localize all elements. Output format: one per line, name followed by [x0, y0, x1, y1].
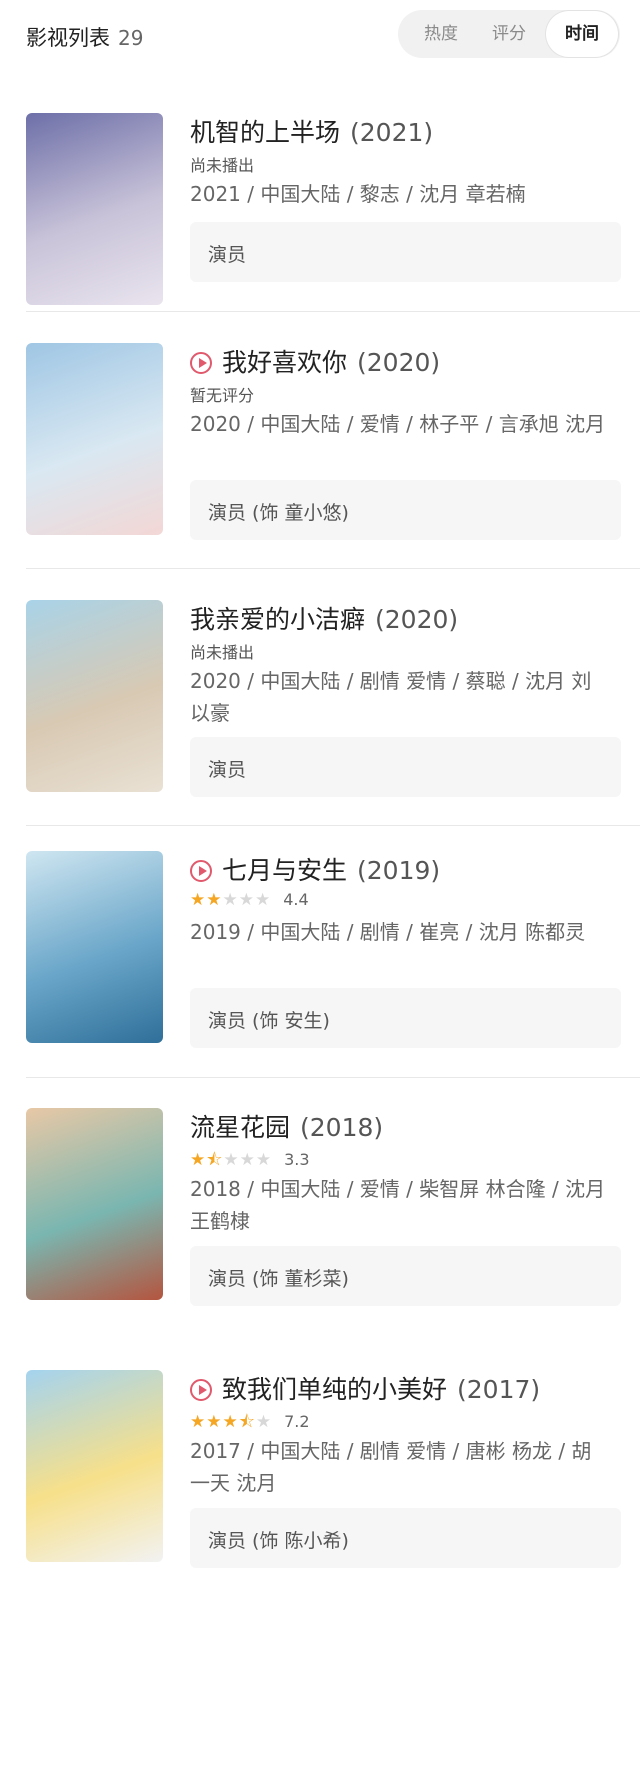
- item-meta: 2020 / 中国大陆 / 剧情 爱情 / 蔡聪 / 沈月 刘以豪: [190, 669, 592, 725]
- role-label: 演员 (饰 安生): [208, 1010, 330, 1032]
- item-title-line[interactable]: 致我们单纯的小美好 (2017): [190, 1370, 540, 1406]
- poster-image[interactable]: [26, 113, 163, 305]
- star-icon: ⯪: [238, 1412, 256, 1432]
- star-icon: ★: [239, 1150, 256, 1170]
- star-icon: ★: [255, 890, 272, 910]
- rating-stars: ★⯪★★★: [190, 1150, 272, 1170]
- item-title: 机智的上半场: [190, 118, 341, 147]
- star-icon: ⯪: [206, 1150, 224, 1170]
- item-status: 暂无评分: [190, 386, 255, 405]
- item-status: 尚未播出: [190, 156, 255, 175]
- sort-option-hot[interactable]: 热度: [406, 10, 476, 58]
- role-label: 演员: [208, 244, 247, 266]
- item-meta: 2019 / 中国大陆 / 剧情 / 崔亮 / 沈月 陈都灵: [190, 920, 586, 944]
- rating-stars: ★★★★★: [190, 890, 271, 910]
- item-year: (2017): [457, 1375, 541, 1404]
- star-icon: ★: [238, 890, 255, 910]
- role-box[interactable]: 演员 (饰 童小悠): [190, 480, 621, 540]
- page-title: 影视列表 29: [26, 22, 143, 52]
- item-title: 致我们单纯的小美好: [222, 1375, 448, 1404]
- item-title: 我亲爱的小洁癖: [190, 605, 366, 634]
- item-year: (2020): [357, 348, 441, 377]
- item-divider: [26, 1077, 640, 1078]
- item-count: 29: [118, 26, 144, 50]
- rating-value: 3.3: [284, 1150, 310, 1169]
- item-divider: [26, 568, 640, 569]
- item-status: 尚未播出: [190, 643, 255, 662]
- list-header: 影视列表 29 热度 评分 时间: [0, 0, 640, 70]
- item-title-line[interactable]: 机智的上半场 (2021): [190, 113, 433, 149]
- item-year: (2021): [350, 118, 434, 147]
- page-title-text: 影视列表: [26, 26, 110, 50]
- poster-image[interactable]: [26, 600, 163, 792]
- item-rating: ★★★★★ 4.4: [190, 890, 309, 910]
- rating-stars: ★★★⯪★: [190, 1412, 272, 1432]
- item-divider: [26, 311, 640, 312]
- play-icon[interactable]: [190, 860, 212, 882]
- rating-value: 7.2: [284, 1412, 310, 1431]
- star-icon: ★: [206, 890, 223, 910]
- sort-option-time[interactable]: 时间: [546, 11, 618, 57]
- role-box[interactable]: 演员: [190, 222, 621, 282]
- item-rating: ★⯪★★★ 3.3: [190, 1147, 310, 1176]
- star-icon: ★: [222, 890, 239, 910]
- role-box[interactable]: 演员 (饰 董杉菜): [190, 1246, 621, 1306]
- role-label: 演员: [208, 759, 247, 781]
- role-label: 演员 (饰 陈小希): [208, 1530, 349, 1552]
- star-icon: ★: [190, 890, 207, 910]
- role-box[interactable]: 演员: [190, 737, 621, 797]
- item-year: (2019): [357, 856, 441, 885]
- item-title: 七月与安生: [222, 856, 348, 885]
- play-icon[interactable]: [190, 1379, 212, 1401]
- poster-image[interactable]: [26, 343, 163, 535]
- item-title-line[interactable]: 我亲爱的小洁癖 (2020): [190, 600, 458, 636]
- item-year: (2018): [300, 1113, 384, 1142]
- star-icon: ★: [223, 1150, 240, 1170]
- poster-image[interactable]: [26, 1108, 163, 1300]
- item-title-line[interactable]: 流星花园 (2018): [190, 1108, 383, 1144]
- star-icon: ★: [255, 1412, 273, 1432]
- star-icon: ★: [190, 1150, 207, 1170]
- sort-segmented-control: 热度 评分 时间: [398, 10, 620, 58]
- star-icon: ★: [222, 1412, 239, 1432]
- poster-image[interactable]: [26, 851, 163, 1043]
- item-divider: [26, 825, 640, 826]
- star-icon: ★: [255, 1150, 273, 1170]
- item-meta: 2021 / 中国大陆 / 黎志 / 沈月 章若楠: [190, 182, 526, 206]
- rating-value: 4.4: [283, 890, 309, 909]
- item-title: 流星花园: [190, 1113, 291, 1142]
- page: 影视列表 29 热度 评分 时间 机智的上半场 (2021) 尚未播出 2021 / 中…: [0, 0, 640, 1786]
- item-title-line[interactable]: 七月与安生 (2019): [190, 851, 440, 887]
- item-title: 我好喜欢你: [222, 348, 348, 377]
- play-icon[interactable]: [190, 352, 212, 374]
- item-meta: 2017 / 中国大陆 / 剧情 爱情 / 唐彬 杨龙 / 胡一天 沈月: [190, 1439, 592, 1495]
- item-meta: 2020 / 中国大陆 / 爱情 / 林子平 / 言承旭 沈月: [190, 412, 606, 436]
- star-icon: ★: [190, 1412, 207, 1432]
- role-box[interactable]: 演员 (饰 安生): [190, 988, 621, 1048]
- item-meta: 2018 / 中国大陆 / 爱情 / 柴智屏 林合隆 / 沈月 王鹤棣: [190, 1177, 606, 1233]
- item-rating: ★★★⯪★ 7.2: [190, 1409, 310, 1438]
- role-box[interactable]: 演员 (饰 陈小希): [190, 1508, 621, 1568]
- sort-option-rating[interactable]: 评分: [474, 10, 544, 58]
- role-label: 演员 (饰 童小悠): [208, 502, 349, 524]
- item-year: (2020): [375, 605, 459, 634]
- role-label: 演员 (饰 董杉菜): [208, 1268, 349, 1290]
- item-title-line[interactable]: 我好喜欢你 (2020): [190, 343, 440, 379]
- star-icon: ★: [206, 1412, 223, 1432]
- poster-image[interactable]: [26, 1370, 163, 1562]
